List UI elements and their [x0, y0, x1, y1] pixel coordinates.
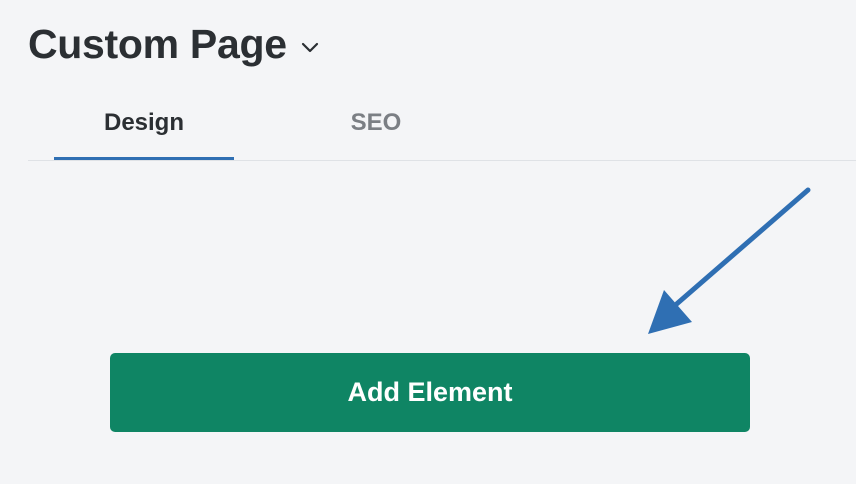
page-title: Custom Page — [28, 21, 287, 67]
tab-design[interactable]: Design — [54, 96, 234, 160]
arrow-pointer-icon — [648, 187, 811, 334]
add-element-button[interactable]: Add Element — [110, 353, 750, 432]
tab-design-label: Design — [103, 109, 184, 136]
page-settings-panel: Custom Page Design SEO Add Element — [0, 0, 856, 484]
page-title-dropdown[interactable]: Custom Page — [28, 14, 321, 74]
tab-seo[interactable]: SEO — [286, 96, 466, 158]
tab-seo-label: SEO — [350, 109, 402, 136]
chevron-down-icon[interactable] — [299, 36, 321, 58]
tab-bar: Design SEO — [28, 96, 856, 161]
